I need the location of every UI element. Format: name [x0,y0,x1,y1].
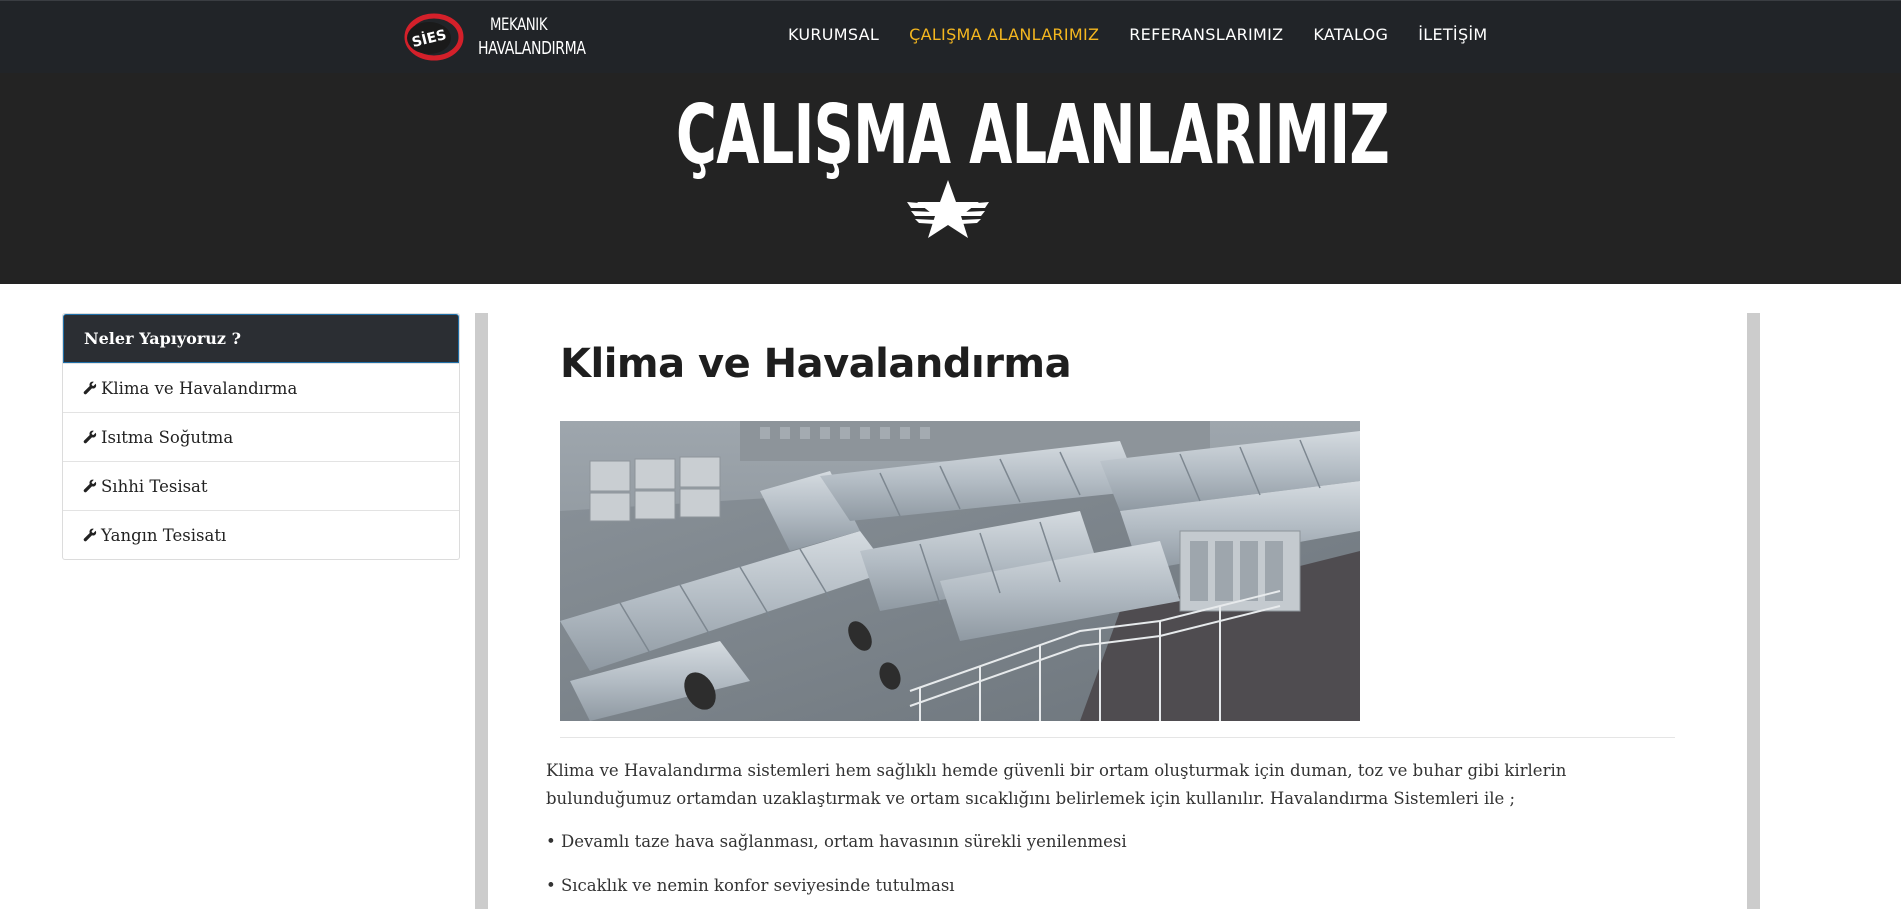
winged-star-icon [907,180,989,238]
sidebar-item-label: Yangın Tesisatı [101,525,227,545]
top-navbar: SİES MEKANIK HAVALANDIRMA KURUMSAL ÇALIŞ… [0,0,1901,73]
sidebar-item-label: Klima ve Havalandırma [101,378,298,398]
sidebar-item-klima[interactable]: Klima ve Havalandırma [63,363,459,412]
nav-item-kurumsal[interactable]: KURUMSAL [788,25,879,44]
wrench-icon [83,528,97,542]
hvac-rooftop-image [560,421,1360,721]
nav-item-referanslarimiz[interactable]: REFERANSLARIMIZ [1129,25,1283,44]
sidebar-item-yangin-tesisati[interactable]: Yangın Tesisatı [63,510,459,559]
brand-line1: MEKANIK [489,15,548,35]
brand-line2: HAVALANDIRMA [478,38,586,59]
sidebar-item-label: Isıtma Soğutma [101,427,234,447]
wrench-icon [83,381,97,395]
nav-item-calisma-alanlarimiz[interactable]: ÇALIŞMA ALANLARIMIZ [909,25,1099,44]
nav-item-iletisim[interactable]: İLETİŞİM [1418,25,1487,44]
wrench-icon [83,430,97,444]
services-sidebar: Neler Yapıyoruz ? Klima ve Havalandırma … [62,313,460,560]
sidebar-item-isitma[interactable]: Isıtma Soğutma [63,412,459,461]
content-body: Klima ve Havalandırma sistemleri hem sağ… [546,757,1686,909]
page-title: Klima ve Havalandırma [560,341,1072,387]
content-bullet: • Devamlı taze hava sağlanması, ortam ha… [546,832,1127,851]
main-nav: KURUMSAL ÇALIŞMA ALANLARIMIZ REFERANSLAR… [788,25,1518,44]
hero-title: ÇALIŞMA ALANLARIMIZ [676,88,1390,183]
content-panel: Klima ve Havalandırma Klima ve Havalandı… [475,313,1760,909]
hero-banner: ÇALIŞMA ALANLARIMIZ [0,73,1901,284]
nav-item-katalog[interactable]: KATALOG [1313,25,1388,44]
brand-name[interactable]: MEKANIK HAVALANDIRMA [478,14,586,60]
sies-logo[interactable]: SİES [403,11,465,63]
sidebar-item-sihhi-tesisat[interactable]: Sıhhi Tesisat [63,461,459,510]
content-bullet: • Sıcaklık ve nemin konfor seviyesinde t… [546,876,955,895]
content-paragraph: Klima ve Havalandırma sistemleri hem sağ… [546,761,1567,808]
wrench-icon [83,479,97,493]
sidebar-heading: Neler Yapıyoruz ? [63,314,459,363]
content-divider [560,737,1675,738]
sidebar-item-label: Sıhhi Tesisat [101,476,208,496]
